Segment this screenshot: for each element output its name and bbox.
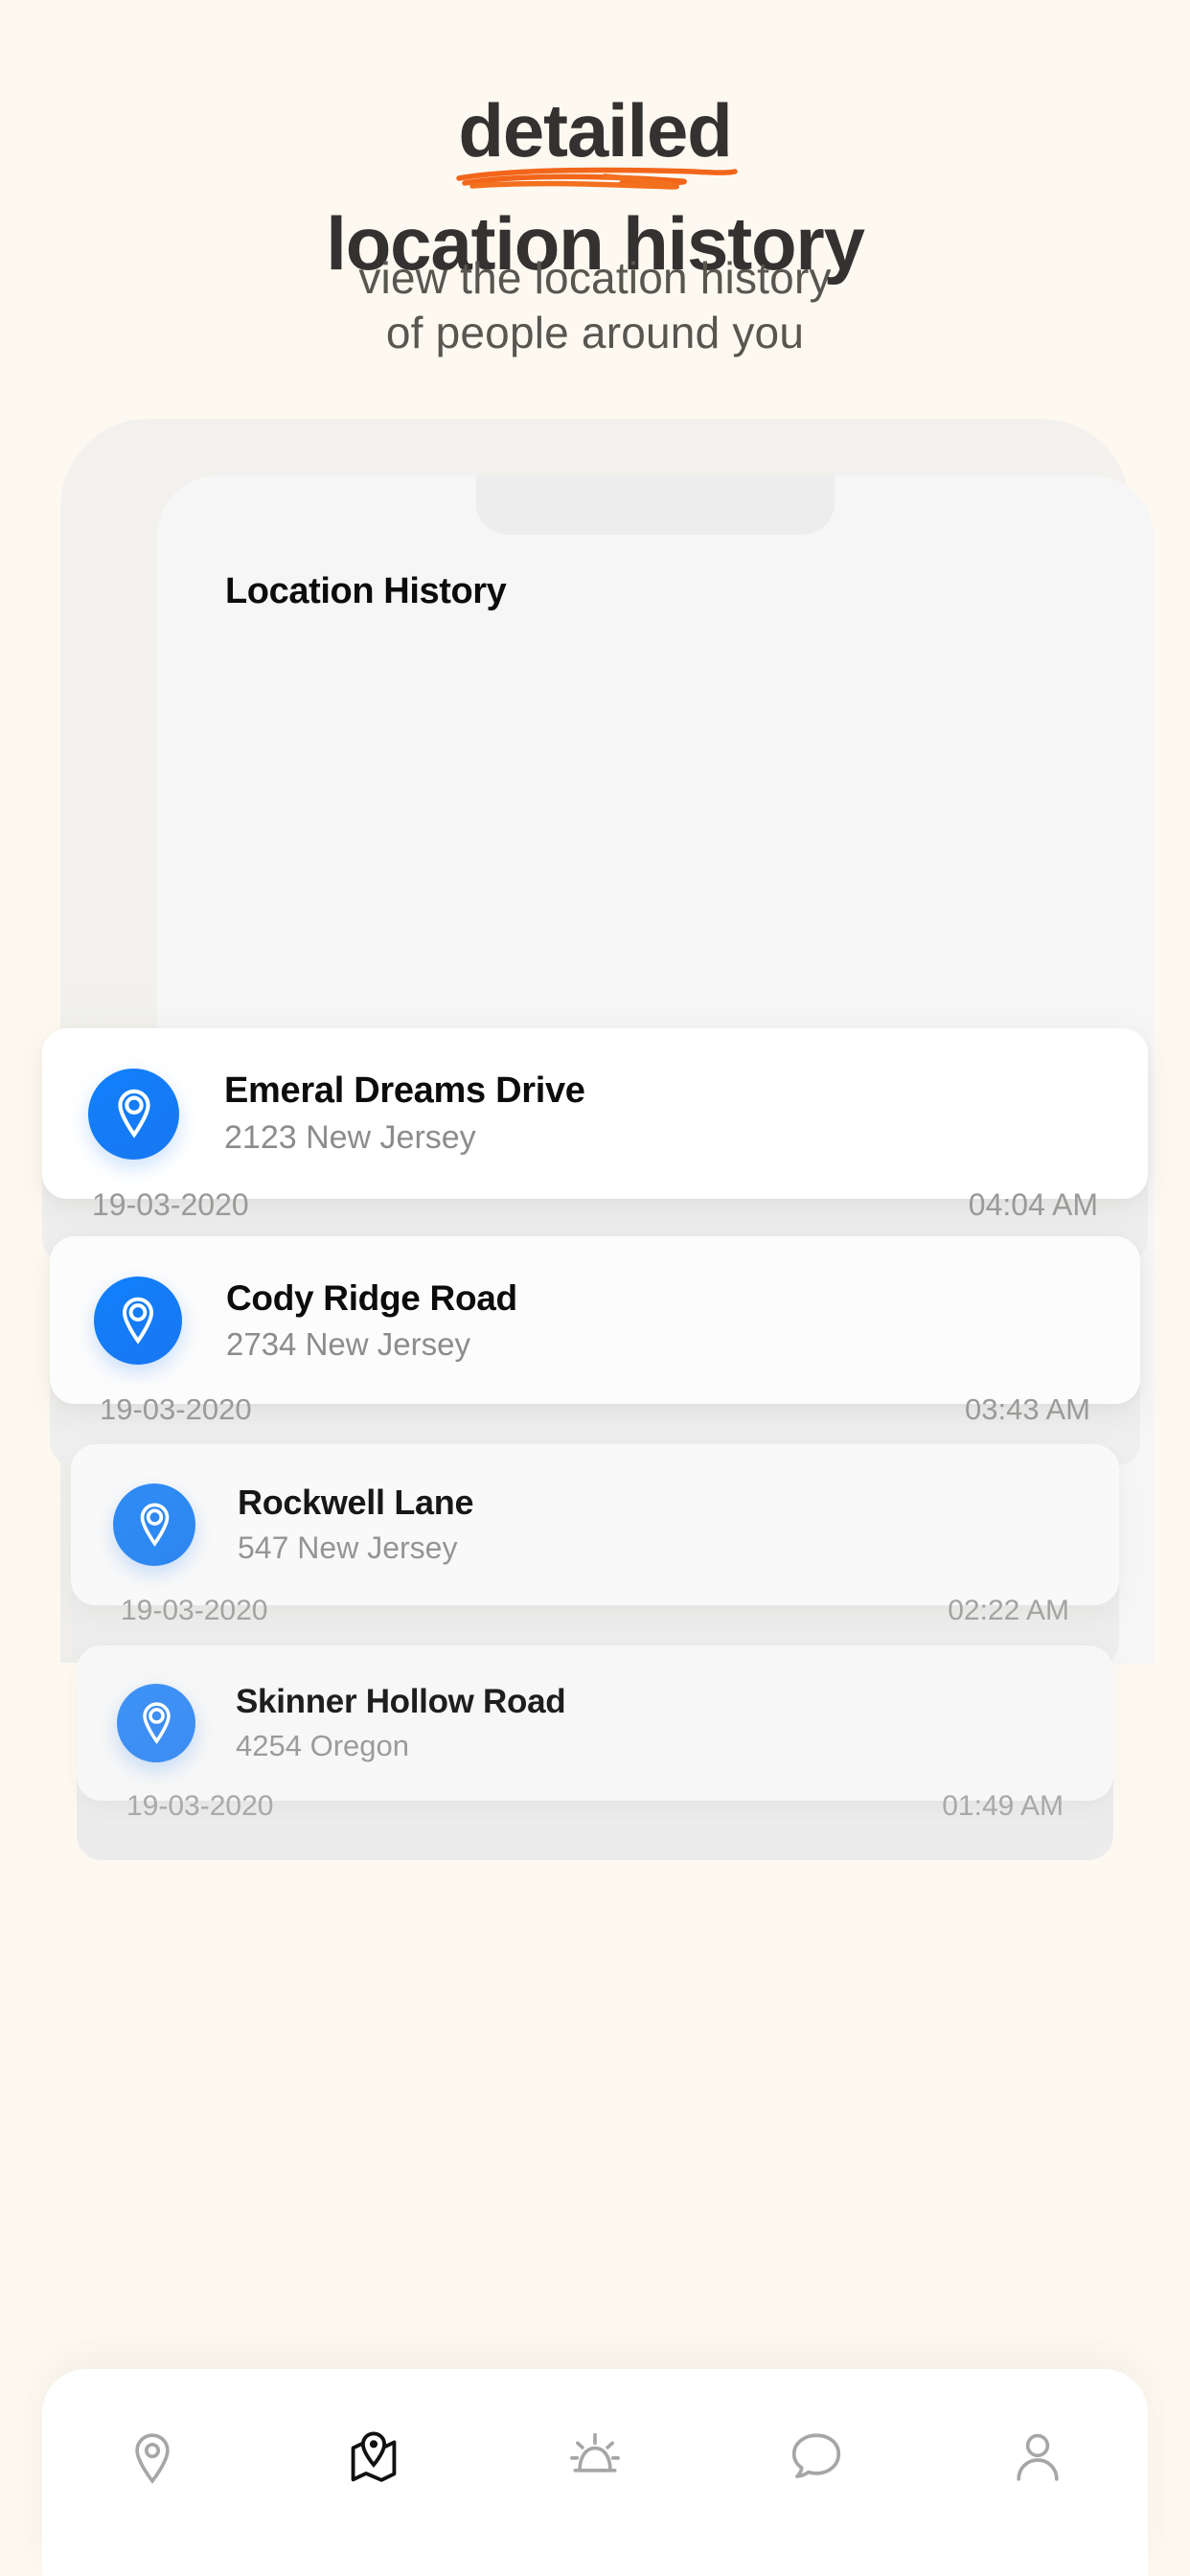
location-pin-icon — [117, 1684, 195, 1762]
list-item[interactable]: Cody Ridge Road 2734 New Jersey 19-03-20… — [50, 1236, 1140, 1467]
location-history-list: Emeral Dreams Drive 2123 New Jersey 19-0… — [0, 0, 1190, 2576]
row-meta: 19-03-2020 01:49 AM — [77, 1753, 1113, 1860]
pin-glyph — [140, 1503, 169, 1547]
entry-time: 02:22 AM — [948, 1595, 1069, 1626]
nav-item-profile[interactable] — [980, 2430, 1095, 2484]
promo-screen: detailed location history view the locat… — [0, 0, 1190, 2576]
list-item[interactable]: Emeral Dreams Drive 2123 New Jersey 19-0… — [42, 1028, 1148, 1265]
pin-glyph — [122, 1297, 154, 1345]
headline-line-1: detailed — [456, 88, 738, 190]
list-item[interactable]: Skinner Hollow Road 4254 Oregon 19-03-20… — [77, 1645, 1113, 1860]
entry-time: 03:43 AM — [965, 1392, 1090, 1426]
headline-line-1-text: detailed — [458, 88, 732, 172]
location-text: Cody Ridge Road 2734 New Jersey — [226, 1276, 517, 1365]
location-name: Skinner Hollow Road — [236, 1683, 566, 1720]
location-name: Emeral Dreams Drive — [224, 1070, 585, 1111]
hero-subtitle-line-1: view the location history — [358, 253, 832, 303]
entry-date: 19-03-2020 — [92, 1187, 249, 1222]
entry-time: 04:04 AM — [968, 1187, 1098, 1222]
hero-subtitle: view the location history of people arou… — [0, 251, 1190, 360]
location-pin-icon — [113, 1484, 195, 1566]
person-icon — [1013, 2430, 1063, 2484]
pin-glyph — [117, 1089, 150, 1138]
chat-bubble-icon — [790, 2430, 843, 2482]
nav-item-messages[interactable] — [759, 2430, 874, 2482]
location-pin-icon — [94, 1276, 182, 1365]
entry-date: 19-03-2020 — [100, 1392, 252, 1426]
orange-underline-scribble — [456, 167, 738, 190]
bottom-navigation — [42, 2369, 1148, 2576]
page-title: Location History — [225, 571, 507, 611]
entry-date: 19-03-2020 — [121, 1595, 268, 1626]
phone-notch — [475, 475, 835, 535]
nav-item-places[interactable] — [95, 2430, 210, 2486]
entry-date: 19-03-2020 — [126, 1790, 274, 1822]
list-item[interactable]: Rockwell Lane 547 New Jersey 19-03-2020 … — [71, 1444, 1119, 1667]
nav-item-alerts[interactable] — [538, 2430, 652, 2484]
hero-subtitle-line-2: of people around you — [385, 308, 805, 357]
alarm-icon — [568, 2430, 622, 2484]
pin-glyph — [142, 1702, 171, 1744]
nav-item-map[interactable] — [316, 2430, 431, 2488]
map-pin-icon — [347, 2430, 400, 2488]
entry-time: 01:49 AM — [942, 1790, 1064, 1822]
location-name: Rockwell Lane — [238, 1483, 474, 1522]
location-pin-outline-icon — [127, 2430, 177, 2486]
location-name: Cody Ridge Road — [226, 1277, 517, 1318]
